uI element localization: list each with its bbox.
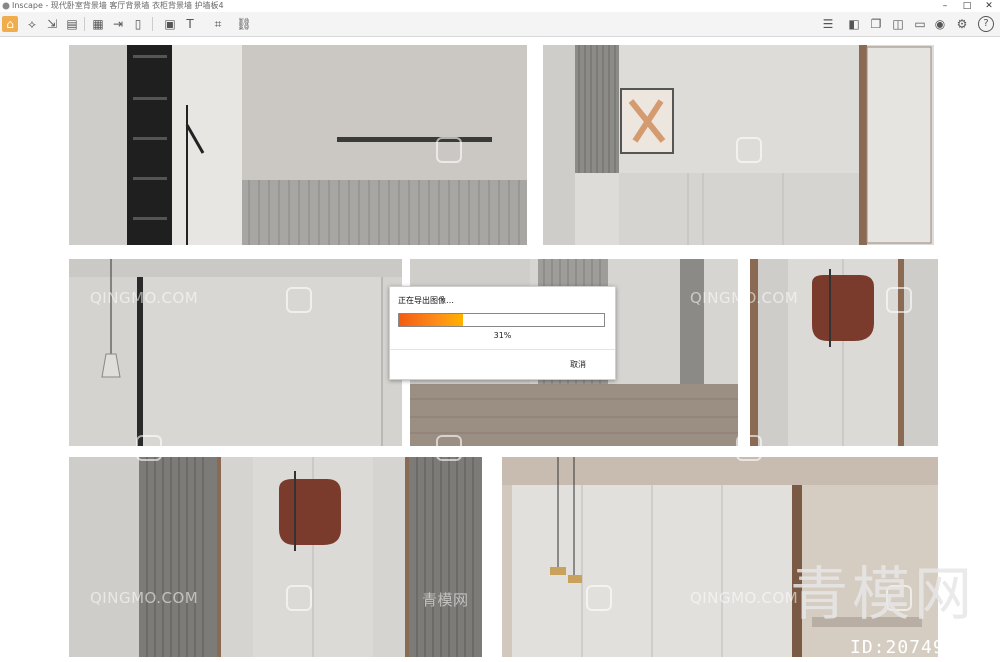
watermark-icon	[436, 435, 462, 461]
view-icon[interactable]: ▭	[912, 16, 928, 32]
group-icon[interactable]: ▦	[90, 16, 106, 32]
minimize-button[interactable]: –	[934, 0, 956, 12]
watermark-text: QINGMO.COM	[690, 589, 799, 607]
watermark-icon	[586, 585, 612, 611]
watermark-icon	[886, 287, 912, 313]
align-icon[interactable]: ▤	[64, 16, 80, 32]
watermark-text-cn: 青模网	[422, 591, 469, 609]
home-icon[interactable]: ⌂	[2, 16, 18, 32]
app-icon	[2, 2, 10, 10]
help-icon[interactable]: ?	[978, 16, 994, 32]
link-icon[interactable]: ⛓	[236, 16, 252, 32]
watermark-text: QINGMO.COM	[90, 589, 199, 607]
watermark-text: QINGMO.COM	[690, 289, 799, 307]
node-icon[interactable]: ⟡	[24, 16, 40, 32]
watermark-icon	[286, 287, 312, 313]
text-icon[interactable]: T	[182, 16, 198, 32]
maximize-button[interactable]: □	[956, 0, 978, 12]
crop-icon[interactable]: ⌗	[210, 16, 226, 32]
render-panel	[69, 457, 482, 657]
window-title: Inscape - 现代卧室背景墙 客厅背景墙 衣柜背景墙 护墙板4	[12, 1, 224, 10]
layers-icon[interactable]: ☰	[820, 16, 836, 32]
close-button[interactable]: ✕	[978, 0, 1000, 12]
toolbar-separator	[152, 17, 153, 31]
render-image	[69, 259, 402, 446]
node-edit-icon[interactable]: ⇲	[44, 16, 60, 32]
watermark-text: QINGMO.COM	[90, 289, 199, 307]
render-panel	[750, 259, 938, 446]
cancel-button[interactable]: 取消	[570, 359, 586, 370]
title-bar: Inscape - 现代卧室背景墙 客厅背景墙 衣柜背景墙 护墙板4 – □ ✕	[0, 0, 1000, 12]
export-icon[interactable]: ⇥	[110, 16, 126, 32]
progress-percent: 31%	[493, 331, 512, 340]
eye-icon[interactable]: ◉	[932, 16, 948, 32]
progress-bar	[398, 313, 605, 327]
watermark-icon	[136, 435, 162, 461]
render-image	[750, 259, 938, 446]
settings-icon[interactable]: ⚙	[954, 16, 970, 32]
progress-bar-fill	[399, 314, 463, 326]
watermark-icon	[436, 137, 462, 163]
toolbar: ⌂ ⟡ ⇲ ▤ ▦ ⇥ ▯ ▣ T ⌗ ⛓ ☰ ◧ ❐ ◫ ▭ ◉ ⚙ ? ⌃	[0, 12, 1000, 48]
id-watermark: ID:2074904	[850, 637, 969, 658]
export-progress-dialog: 正在导出图像… 31% 取消	[389, 286, 616, 380]
watermark-icon	[286, 585, 312, 611]
brand-watermark: 青模网	[790, 560, 977, 628]
cube-icon[interactable]: ◧	[846, 16, 862, 32]
toolbar-separator	[84, 17, 85, 31]
render-image	[69, 457, 482, 657]
object-icon[interactable]: ◫	[890, 16, 906, 32]
clone-icon[interactable]: ❐	[868, 16, 884, 32]
watermark-icon	[736, 435, 762, 461]
render-panel	[69, 259, 402, 446]
watermark-icon	[736, 137, 762, 163]
dialog-divider	[390, 349, 615, 350]
dialog-title: 正在导出图像…	[398, 296, 454, 305]
image-icon[interactable]: ▣	[162, 16, 178, 32]
document-icon[interactable]: ▯	[130, 16, 146, 32]
